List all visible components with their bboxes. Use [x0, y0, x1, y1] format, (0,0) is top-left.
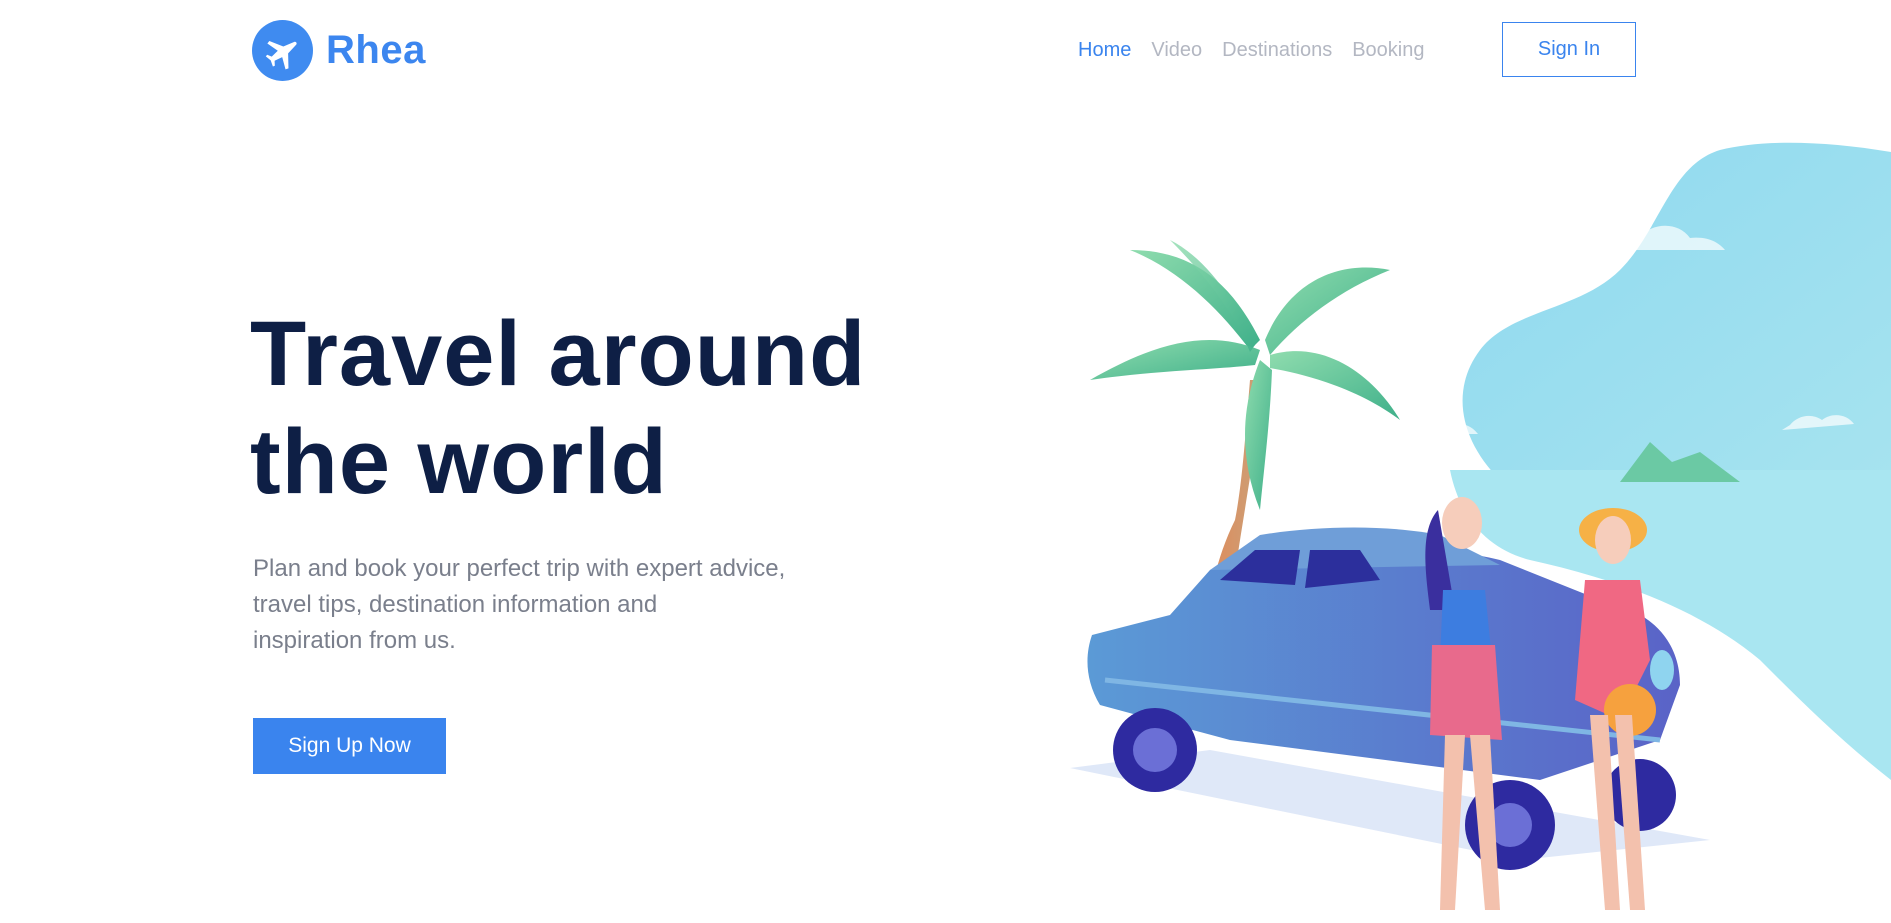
hero-subtitle-line: travel tips, destination information and: [253, 591, 658, 618]
main-nav: Home Video Destinations Booking: [1078, 36, 1445, 64]
sea-blob: [1462, 142, 1891, 481]
sign-up-button[interactable]: Sign Up Now: [253, 718, 446, 774]
hero-subtitle: Plan and book your perfect trip with exp…: [253, 551, 833, 659]
hero-title-line: the world: [250, 411, 668, 513]
hero-subtitle-line: inspiration from us.: [253, 627, 456, 654]
airplane-icon: [252, 20, 313, 81]
nav-video[interactable]: Video: [1151, 36, 1202, 64]
travel-illustration: [1070, 142, 1891, 910]
hero-title-line: Travel around: [250, 303, 867, 405]
nav-destinations[interactable]: Destinations: [1222, 36, 1332, 64]
nav-home[interactable]: Home: [1078, 36, 1131, 64]
nav-booking[interactable]: Booking: [1352, 36, 1424, 64]
hero-subtitle-line: Plan and book your perfect trip with exp…: [253, 555, 786, 582]
brand-name: Rhea: [326, 28, 426, 72]
sign-in-button[interactable]: Sign In: [1502, 22, 1636, 77]
brand-logo[interactable]: Rhea: [252, 20, 426, 81]
hero-title: Travel around the world: [250, 300, 866, 516]
